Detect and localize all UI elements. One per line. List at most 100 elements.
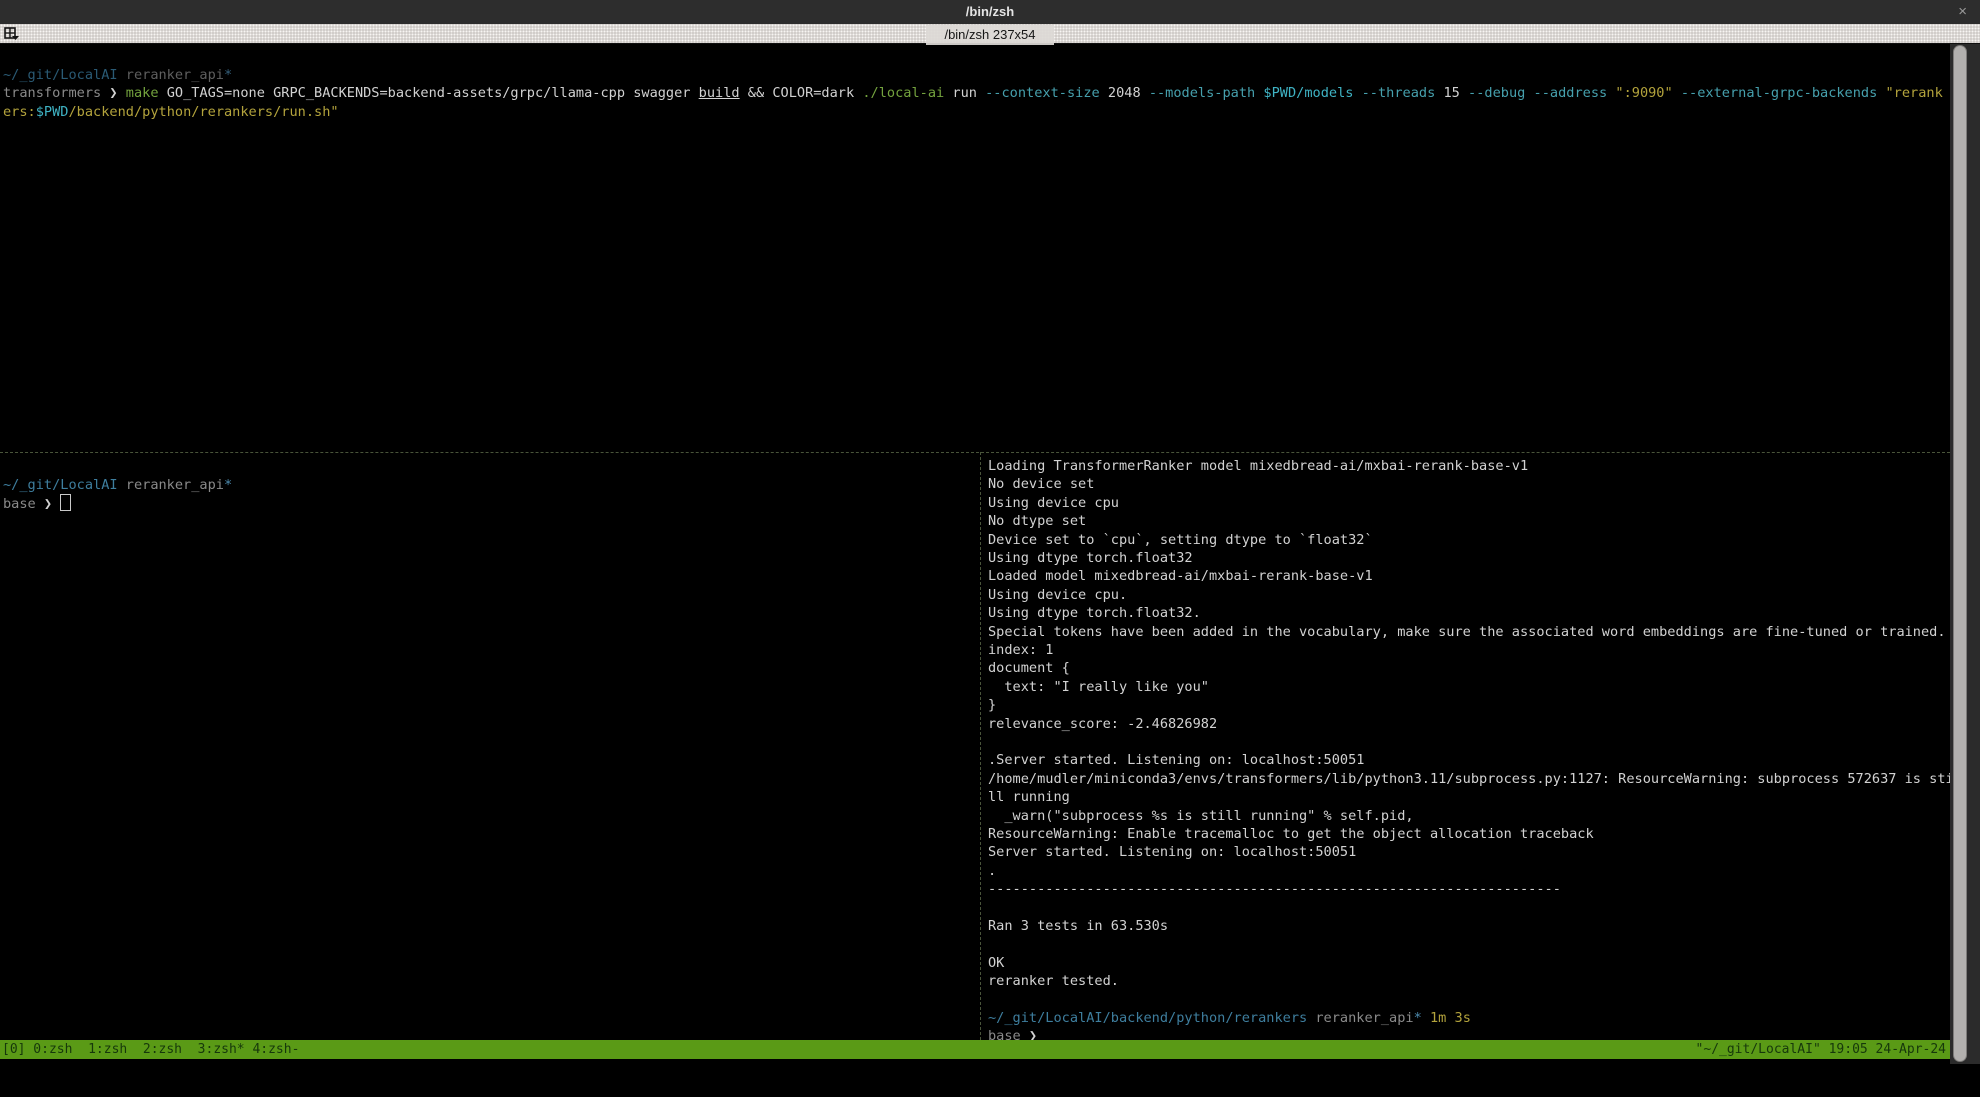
scrollbar[interactable]: [1950, 44, 1980, 1064]
terminal-line: }: [988, 696, 996, 714]
terminal-text: text: "I really like you": [988, 679, 1209, 695]
terminal-text: Using device cpu.: [988, 587, 1127, 603]
terminal-text: Using dtype torch.float32.: [988, 605, 1201, 621]
terminal-line: Using device cpu: [988, 494, 1119, 512]
terminal-text: --external-grpc-backends: [1681, 85, 1877, 101]
terminal-line: OK: [988, 954, 1004, 972]
terminal-line: base ❯: [3, 494, 71, 513]
terminal-text: ll running: [988, 789, 1070, 805]
terminal-line: /home/mudler/miniconda3/envs/transformer…: [988, 770, 1954, 788]
terminal-line: .: [988, 862, 996, 880]
terminal-text: *: [224, 67, 232, 83]
terminal-text: reranker_api: [118, 477, 224, 493]
terminal-text: ~/_git/LocalAI: [3, 67, 118, 83]
terminal-line: ~/_git/LocalAI reranker_api*: [3, 476, 232, 494]
terminal-text: make: [126, 85, 167, 101]
terminal-text: [1525, 85, 1533, 101]
terminal-text: document {: [988, 660, 1070, 676]
terminal-text: Loaded model mixedbread-ai/mxbai-rerank-…: [988, 568, 1373, 584]
terminal-window: { "window": { "title": "/bin/zsh", "clos…: [0, 0, 1980, 1064]
window-title: /bin/zsh: [0, 0, 1980, 24]
terminal-text: 15: [1435, 85, 1468, 101]
terminal-line: Using dtype torch.float32: [988, 549, 1193, 567]
terminal-text: Server started. Listening on: localhost:…: [988, 844, 1356, 860]
terminal-text: run: [944, 85, 985, 101]
scrollbar-thumb[interactable]: [1953, 45, 1967, 1062]
terminal-text: Special tokens have been added in the vo…: [988, 624, 1946, 640]
terminal-text: --threads: [1362, 85, 1436, 101]
tab-bar: /bin/zsh 237x54: [0, 24, 1980, 44]
terminal-text: reranker_api: [118, 67, 224, 83]
status-session-info: "~/_git/LocalAI" 19:05 24-Apr-24: [1696, 1040, 1946, 1059]
terminal-text: ❯: [109, 85, 125, 101]
terminal-line: Using dtype torch.float32.: [988, 604, 1201, 622]
window-titlebar: /bin/zsh ×: [0, 0, 1980, 24]
terminal-text: *: [1414, 1010, 1422, 1026]
terminal-text: .Server started. Listening on: localhost…: [988, 752, 1364, 768]
terminal-line: document {: [988, 659, 1070, 677]
terminal-line: ResourceWarning: Enable tracemalloc to g…: [988, 825, 1594, 843]
terminal-text: transformers: [3, 85, 109, 101]
terminal-text: && COLOR=dark: [740, 85, 863, 101]
terminal-text: ResourceWarning: Enable tracemalloc to g…: [988, 826, 1594, 842]
pane-divider-horizontal[interactable]: [0, 452, 1950, 453]
terminal-line: Using device cpu.: [988, 586, 1127, 604]
terminal-line: Loading TransformerRanker model mixedbre…: [988, 457, 1528, 475]
terminal-text: Device set to `cpu`, setting dtype to `f…: [988, 532, 1373, 548]
terminal-text: No dtype set: [988, 513, 1086, 529]
terminal-text: Loading TransformerRanker model mixedbre…: [988, 458, 1528, 474]
terminal-text: }: [988, 697, 996, 713]
terminal-text: reranker tested.: [988, 973, 1119, 989]
terminal-line: ----------------------------------------…: [988, 880, 1561, 898]
terminal-text: *: [224, 477, 232, 493]
terminal-text: .: [988, 863, 996, 879]
terminal-text: $PWD: [36, 104, 69, 120]
terminal-text: reranker_api: [1307, 1010, 1413, 1026]
terminal-text: --address: [1534, 85, 1608, 101]
terminal-line: Device set to `cpu`, setting dtype to `f…: [988, 531, 1373, 549]
terminal-line: .Server started. Listening on: localhost…: [988, 751, 1364, 769]
terminal-line: relevance_score: -2.46826982: [988, 715, 1217, 733]
terminal-text: ~/_git/LocalAI: [3, 477, 118, 493]
close-icon[interactable]: ×: [1958, 0, 1967, 24]
terminal-line: _warn("subprocess %s is still running" %…: [988, 807, 1414, 825]
terminal-line: ll running: [988, 788, 1070, 806]
terminal-line: Loaded model mixedbread-ai/mxbai-rerank-…: [988, 567, 1373, 585]
terminal-text: $PWD/models: [1263, 85, 1353, 101]
terminal-line: transformers ❯ make GO_TAGS=none GRPC_BA…: [3, 84, 1943, 102]
terminal-text: index: 1: [988, 642, 1053, 658]
terminal-text: "rerank: [1885, 85, 1942, 101]
terminal-line: ~/_git/LocalAI/backend/python/rerankers …: [988, 1009, 1471, 1027]
terminal-line: Server started. Listening on: localhost:…: [988, 843, 1356, 861]
terminal-line: Special tokens have been added in the vo…: [988, 623, 1946, 641]
terminal-text: --debug: [1468, 85, 1525, 101]
terminal-line: text: "I really like you": [988, 678, 1209, 696]
terminal-text: ----------------------------------------…: [988, 881, 1561, 897]
terminal-text: /backend/python/rerankers/run.sh": [69, 104, 339, 120]
terminal-text: Ran 3 tests in 63.530s: [988, 918, 1168, 934]
terminal-text: _warn("subprocess %s is still running" %…: [988, 808, 1414, 824]
terminal-text: ":9090": [1615, 85, 1672, 101]
terminal-line: reranker tested.: [988, 972, 1119, 990]
terminal-text: /home/mudler/miniconda3/envs/transformer…: [988, 771, 1954, 787]
terminal-text: build: [699, 85, 740, 101]
terminal-text: 1m 3s: [1422, 1010, 1471, 1026]
terminal-line: ers:$PWD/backend/python/rerankers/run.sh…: [3, 103, 339, 121]
terminal-text: Using device cpu: [988, 495, 1119, 511]
tab-label: /bin/zsh 237x54: [926, 25, 1053, 45]
terminal-text: --models-path: [1149, 85, 1255, 101]
terminal-text: ./local-ai: [862, 85, 944, 101]
text-cursor: [60, 494, 71, 511]
status-window-list: [0] 0:zsh 1:zsh 2:zsh 3:zsh* 4:zsh-: [2, 1040, 299, 1059]
terminal-text: --context-size: [985, 85, 1100, 101]
tmux-status-bar: [0] 0:zsh 1:zsh 2:zsh 3:zsh* 4:zsh- "~/_…: [0, 1040, 1950, 1059]
terminal-text: relevance_score: -2.46826982: [988, 716, 1217, 732]
terminal-line: Ran 3 tests in 63.530s: [988, 917, 1168, 935]
terminal-text: Using dtype torch.float32: [988, 550, 1193, 566]
pane-divider-vertical[interactable]: [980, 452, 981, 1040]
terminal-text: 2048: [1100, 85, 1149, 101]
terminal-text: GO_TAGS=none GRPC_BACKENDS=backend-asset…: [167, 85, 699, 101]
terminal-text: [1353, 85, 1361, 101]
tab-zsh[interactable]: /bin/zsh 237x54: [0, 24, 1980, 44]
terminal-line: ~/_git/LocalAI reranker_api*: [3, 66, 232, 84]
